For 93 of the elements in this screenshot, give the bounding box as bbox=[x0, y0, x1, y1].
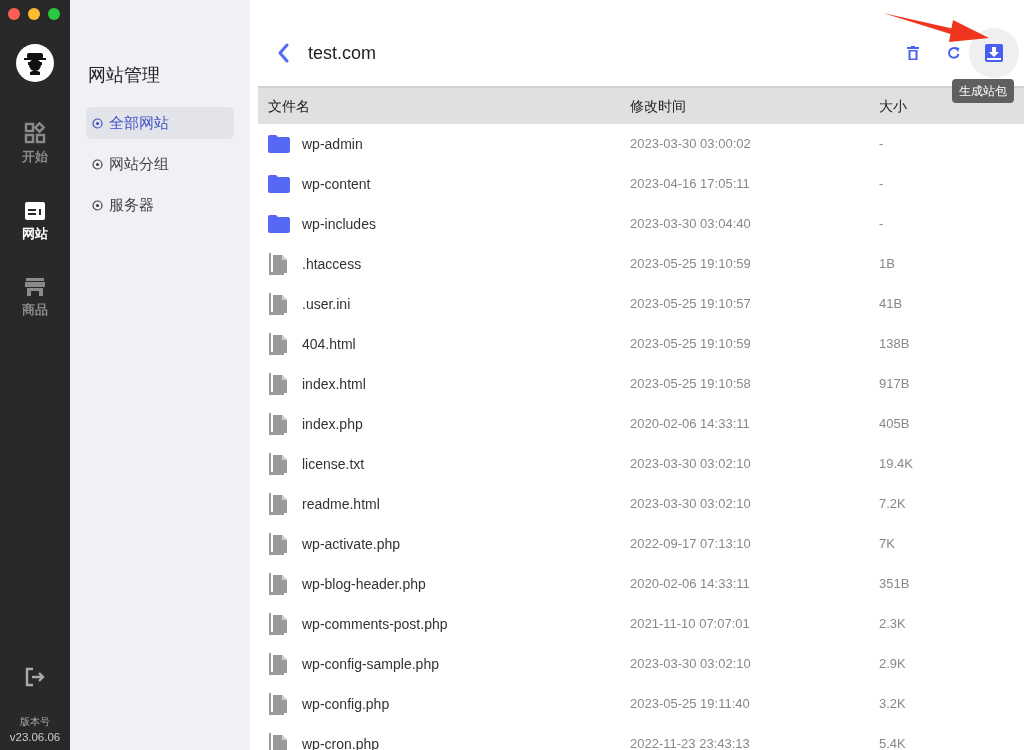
files-icon bbox=[268, 573, 290, 595]
modified-time: 2023-03-30 03:02:10 bbox=[630, 655, 752, 674]
file-size: - bbox=[879, 215, 884, 234]
modified-time: 2023-03-30 03:02:10 bbox=[630, 495, 752, 514]
modified-time: 2022-11-23 23:43:13 bbox=[630, 735, 751, 750]
files-icon bbox=[268, 533, 290, 555]
sidebar-item[interactable]: 网站分组 bbox=[86, 148, 234, 180]
download-icon bbox=[984, 43, 1004, 63]
file-size: 351B bbox=[879, 575, 910, 594]
back-icon[interactable] bbox=[276, 42, 290, 64]
grid-icon bbox=[24, 122, 46, 144]
file-size: 405B bbox=[879, 415, 910, 434]
file-size: - bbox=[879, 135, 884, 154]
file-name[interactable]: license.txt bbox=[302, 453, 365, 475]
file-name[interactable]: 404.html bbox=[302, 333, 356, 355]
file-size: 19.4K bbox=[879, 455, 913, 474]
modified-time: 2023-05-25 19:10:59 bbox=[630, 255, 752, 274]
column-header: 大小 bbox=[879, 96, 907, 116]
file-name[interactable]: wp-config.php bbox=[302, 693, 390, 715]
storefront-icon bbox=[24, 277, 46, 297]
file-name[interactable]: wp-admin bbox=[302, 133, 363, 155]
file-name[interactable]: wp-comments-post.php bbox=[302, 613, 448, 635]
version-number: v23.06.06 bbox=[9, 729, 61, 745]
files-icon bbox=[268, 493, 290, 515]
file-name[interactable]: index.html bbox=[302, 373, 366, 395]
modified-time: 2023-05-25 19:10:59 bbox=[630, 335, 752, 354]
zoom-button[interactable] bbox=[48, 8, 60, 20]
file-size: 7K bbox=[879, 535, 895, 554]
modified-time: 2022-09-17 07:13:10 bbox=[630, 535, 752, 554]
modified-time: 2021-11-10 07:07:01 bbox=[630, 615, 751, 634]
file-name[interactable]: .htaccess bbox=[302, 253, 362, 275]
modified-time: 2023-05-25 19:10:58 bbox=[630, 375, 752, 394]
site-title: test.com bbox=[308, 41, 377, 65]
modified-time: 2023-03-30 03:02:10 bbox=[630, 455, 752, 474]
tooltip: 生成站包 bbox=[952, 79, 1014, 103]
folder-icon bbox=[268, 175, 290, 193]
file-size: - bbox=[879, 175, 884, 194]
file-name[interactable]: wp-config-sample.php bbox=[302, 653, 439, 675]
files-icon bbox=[268, 333, 290, 355]
file-size: 917B bbox=[879, 375, 910, 394]
column-header: 修改时间 bbox=[630, 96, 687, 116]
logout-icon[interactable] bbox=[24, 665, 46, 688]
file-name[interactable]: readme.html bbox=[302, 493, 380, 515]
column-header: 文件名 bbox=[267, 96, 311, 116]
sidebar-title: 网站管理 bbox=[87, 64, 161, 87]
files-icon bbox=[268, 413, 290, 435]
rail-nav-item[interactable]: 商品 bbox=[22, 277, 48, 320]
file-size: 2.9K bbox=[879, 655, 906, 674]
avatar-icon bbox=[16, 44, 54, 82]
file-size: 3.2K bbox=[879, 695, 906, 714]
version-label: 版本号 bbox=[20, 714, 50, 729]
file-size: 2.3K bbox=[879, 615, 906, 634]
modified-time: 2023-03-30 03:04:40 bbox=[630, 215, 752, 234]
minimize-button[interactable] bbox=[28, 8, 40, 20]
download-box-button[interactable] bbox=[969, 28, 1019, 78]
file-size: 1B bbox=[879, 255, 895, 274]
sidebar-item[interactable]: 全部网站 bbox=[86, 107, 234, 139]
file-name[interactable]: wp-blog-header.php bbox=[302, 573, 426, 595]
file-name[interactable]: wp-includes bbox=[302, 213, 376, 235]
radio-dot-icon bbox=[92, 199, 103, 211]
rail-nav-item[interactable]: 网站 bbox=[22, 200, 48, 243]
modified-time: 2020-02-06 14:33:11 bbox=[630, 415, 751, 434]
refresh-icon[interactable] bbox=[947, 46, 961, 60]
modified-time: 2023-04-16 17:05:11 bbox=[630, 175, 751, 194]
file-size: 138B bbox=[879, 335, 910, 354]
file-name[interactable]: wp-activate.php bbox=[302, 533, 401, 555]
files-icon bbox=[268, 373, 290, 395]
modified-time: 2023-03-30 03:00:02 bbox=[630, 135, 752, 154]
modified-time: 2023-05-25 19:11:40 bbox=[630, 695, 751, 714]
close-button[interactable] bbox=[8, 8, 20, 20]
file-name[interactable]: index.php bbox=[302, 413, 363, 435]
file-size: 5.4K bbox=[879, 735, 906, 750]
trash-icon[interactable] bbox=[907, 46, 919, 60]
file-name[interactable]: .user.ini bbox=[302, 293, 351, 315]
radio-dot-icon bbox=[92, 117, 103, 129]
rail-nav-item[interactable]: 开始 bbox=[22, 122, 48, 167]
folder-icon bbox=[268, 135, 290, 153]
file-name[interactable]: wp-content bbox=[302, 173, 371, 195]
files-icon bbox=[268, 613, 290, 635]
files-icon bbox=[268, 293, 290, 315]
file-size: 41B bbox=[879, 295, 903, 314]
files-icon bbox=[268, 453, 290, 475]
modified-time: 2023-05-25 19:10:57 bbox=[630, 295, 752, 314]
radio-dot-icon bbox=[92, 158, 103, 170]
files-icon bbox=[268, 653, 290, 675]
files-icon bbox=[268, 693, 290, 715]
folder-icon bbox=[268, 215, 290, 233]
files-icon bbox=[268, 253, 290, 275]
modified-time: 2020-02-06 14:33:11 bbox=[630, 575, 751, 594]
files-icon bbox=[268, 733, 290, 750]
sidebar-item[interactable]: 服务器 bbox=[86, 189, 234, 221]
file-size: 7.2K bbox=[879, 495, 906, 514]
window-icon bbox=[24, 200, 46, 221]
